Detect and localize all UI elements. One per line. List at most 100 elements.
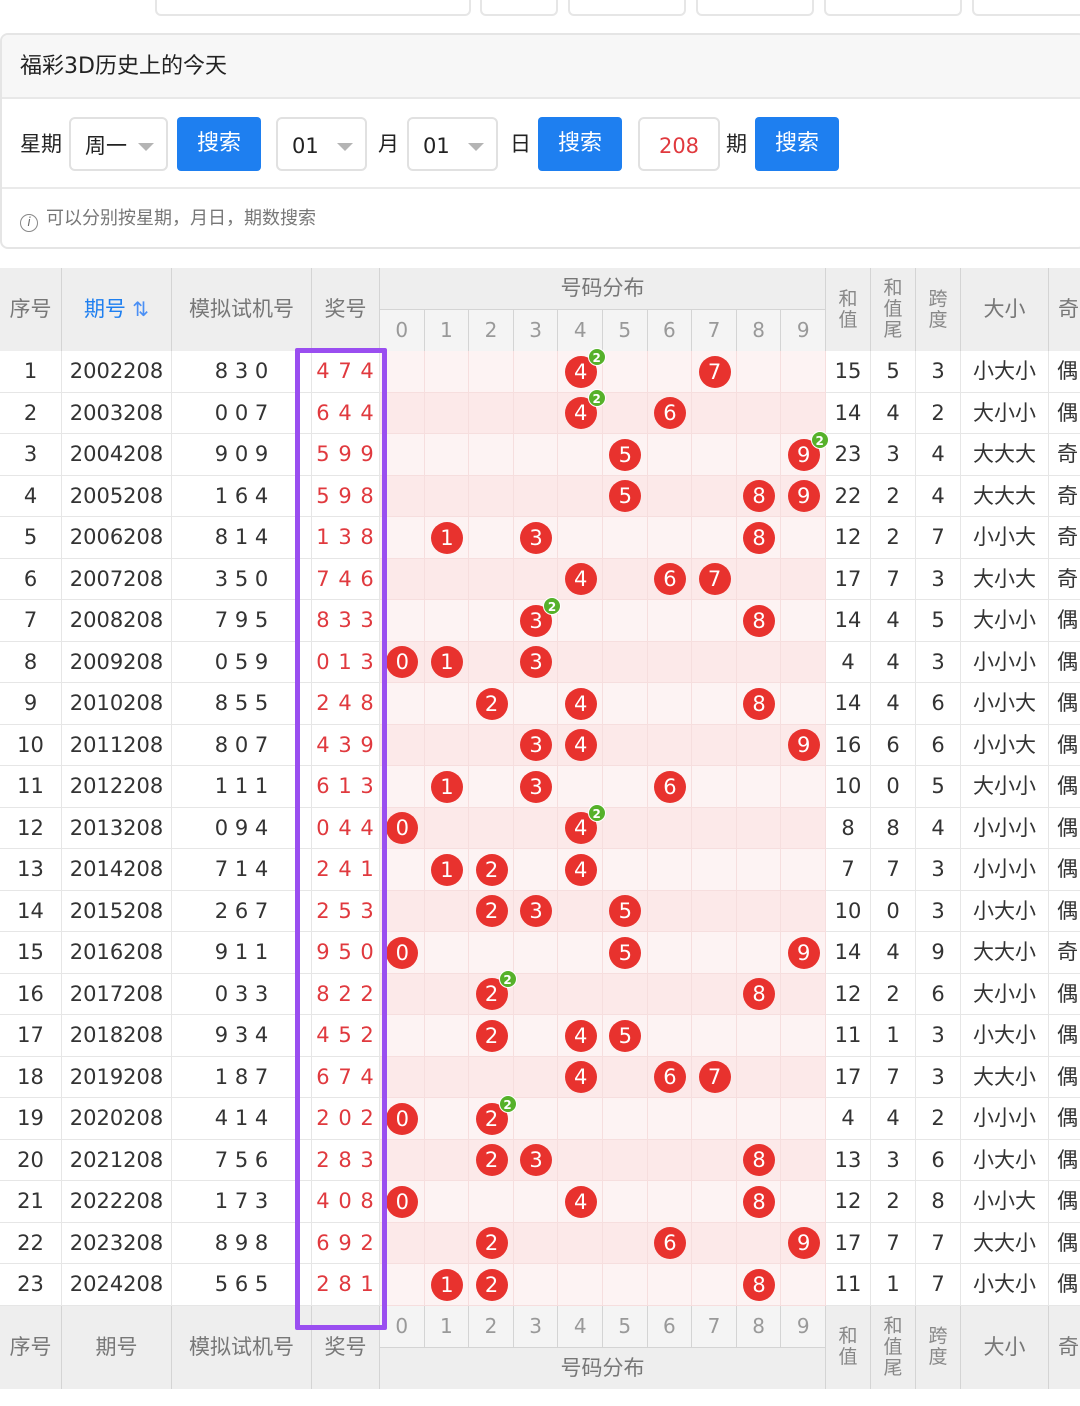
cell-tail: 4 [871,600,916,642]
header-issue[interactable]: 期号 ⇅ [62,268,172,351]
distribution-cell [424,1015,470,1057]
cell-tail: 7 [871,849,916,891]
cell-tail: 4 [871,932,916,974]
distribution-cell [469,434,514,476]
distribution-cell [424,932,470,974]
cell-index: 19 [0,1098,62,1140]
distribution-cell [469,641,514,683]
distribution-cell [736,641,782,683]
cell-parity: 偶 [1049,1098,1080,1140]
cell-index: 11 [0,766,62,808]
cell-tail: 7 [871,1056,916,1098]
cell-tail: 3 [871,1139,916,1181]
header-digit: 6 [647,309,693,351]
header-span: 跨度 [916,1305,961,1389]
header-digit: 4 [558,309,603,351]
cell-issue: 2020208 [62,1098,172,1140]
number-ball: 2 [475,1227,508,1260]
header-index: 序号 [0,268,62,351]
distribution-cell [647,1181,693,1223]
number-ball: 1 [430,853,463,886]
distribution-cell [424,973,470,1015]
distribution-cell [647,973,693,1015]
distribution-cell [469,351,514,393]
cell-span: 8 [916,1181,961,1223]
header-digit: 1 [424,309,470,351]
cell-issue: 2008208 [62,600,172,642]
cell-prize: 6 1 3 [312,766,380,808]
cell-parity: 偶 [1049,849,1080,891]
distribution-cell [424,683,470,725]
number-ball: 4 [564,853,597,886]
cell-span: 7 [916,517,961,559]
number-ball: 1 [430,1268,463,1301]
sort-icon[interactable]: ⇅ [126,297,149,321]
number-ball: 4 [564,1019,597,1052]
number-ball: 2 [475,1268,508,1301]
cell-parity: 奇 [1049,517,1080,559]
distribution-cell [603,683,648,725]
distribution-cell [380,434,425,476]
number-ball: 6 [653,397,686,430]
distribution-cell [692,517,737,559]
cell-sim: 3 5 0 [172,558,312,600]
number-ball: 9 [787,936,820,969]
distribution-cell [692,932,737,974]
cell-index: 22 [0,1222,62,1264]
repeat-count-badge: 2 [587,347,606,366]
distribution-cell [380,766,425,808]
distribution-cell [558,600,603,642]
cell-parity: 偶 [1049,725,1080,767]
distribution-cell [424,600,470,642]
distribution-cell [424,724,470,766]
distribution-cell [380,1139,425,1181]
cell-span: 3 [916,890,961,932]
cell-index: 6 [0,558,62,600]
header-digit: 7 [692,309,737,351]
cell-prize: 6 4 4 [312,392,380,434]
cell-sum: 14 [826,600,871,642]
cell-sim: 0 3 3 [172,973,312,1015]
cell-sim: 7 5 6 [172,1139,312,1181]
cell-size: 小小大 [961,517,1049,559]
distribution-cell [558,1098,603,1140]
cell-index: 18 [0,1056,62,1098]
number-ball: 0 [386,936,419,969]
cell-span: 4 [916,475,961,517]
distribution-cell [380,392,425,434]
distribution-cell [781,849,826,891]
cell-sum: 4 [826,641,871,683]
header-tail: 和值尾 [871,268,916,351]
number-ball: 0 [386,1185,419,1218]
number-ball: 3 [520,521,553,554]
header-issue[interactable]: 期号 [62,1305,172,1389]
number-ball: 8 [743,521,776,554]
cell-span: 5 [916,600,961,642]
distribution-cell [558,434,603,476]
header-char: 值 [838,308,858,331]
cell-size: 大大小 [961,932,1049,974]
cell-index: 20 [0,1139,62,1181]
distribution-cell [736,766,782,808]
cell-sim: 9 3 4 [172,1015,312,1057]
distribution-cell [781,890,826,932]
distribution-cell [647,890,693,932]
cell-prize: 5 9 8 [312,475,380,517]
distribution-cell [513,807,559,849]
distribution-cell [692,1015,737,1057]
distribution-cell [692,973,737,1015]
cell-index: 12 [0,807,62,849]
cell-tail: 2 [871,973,916,1015]
distribution-cell [558,475,603,517]
distribution-cell [513,932,559,974]
distribution-cell [781,1015,826,1057]
distribution-cell [380,973,425,1015]
number-ball: 5 [609,1019,642,1052]
number-ball: 8 [743,1185,776,1218]
header-digit: 8 [736,1305,782,1347]
cell-size: 大大大 [961,475,1049,517]
distribution-cell [781,973,826,1015]
distribution-cell [692,1264,737,1306]
distribution-cell [513,1015,559,1057]
cell-size: 小大小 [961,890,1049,932]
